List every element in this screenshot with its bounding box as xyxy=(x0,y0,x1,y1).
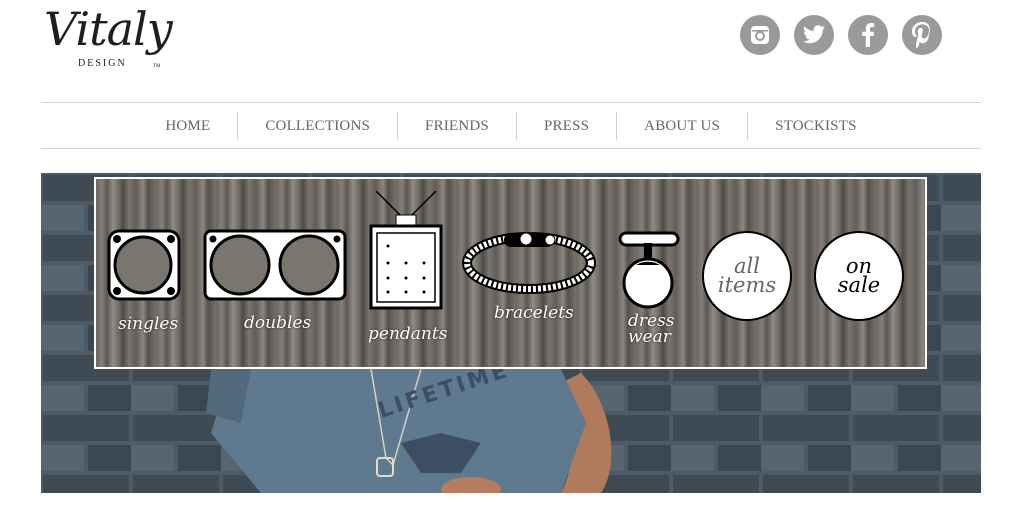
pinterest-icon[interactable] xyxy=(902,15,942,55)
dress-wear-icon[interactable] xyxy=(616,231,682,311)
category-panel: singles doubles pendants bracelets dress… xyxy=(94,177,927,369)
instagram-icon[interactable] xyxy=(740,15,780,55)
all-items-line2: items xyxy=(717,273,777,297)
dress-wear-label[interactable]: dress wear xyxy=(628,313,675,347)
nav-bottom-divider xyxy=(41,148,981,149)
pendants-label[interactable]: pendants xyxy=(368,324,447,344)
bracelets-icon[interactable] xyxy=(462,227,596,297)
nav-about-us[interactable]: ABOUT US xyxy=(617,111,749,140)
on-sale-line2: sale xyxy=(837,273,881,297)
doubles-icon[interactable] xyxy=(203,229,349,303)
singles-icon[interactable] xyxy=(107,229,183,303)
all-items-button[interactable]: all items xyxy=(702,231,792,321)
facebook-icon[interactable] xyxy=(848,15,888,55)
bracelets-label[interactable]: bracelets xyxy=(494,303,574,323)
social-links xyxy=(740,15,942,55)
nav-friends[interactable]: FRIENDS xyxy=(398,111,517,140)
hero-banner: LIFETIME singles doubles pendants bracel… xyxy=(41,173,981,493)
doubles-label[interactable]: doubles xyxy=(244,313,311,333)
on-sale-button[interactable]: on sale xyxy=(814,231,904,321)
nav-collections[interactable]: COLLECTIONS xyxy=(238,111,399,140)
singles-label[interactable]: singles xyxy=(118,314,178,334)
main-nav: HOME COLLECTIONS FRIENDS PRESS ABOUT US … xyxy=(41,103,981,148)
logo-subtitle: DESIGN xyxy=(78,58,127,69)
brand-logo[interactable]: Vitaly DESIGN TM xyxy=(40,2,180,74)
twitter-icon[interactable] xyxy=(794,15,834,55)
nav-stockists[interactable]: STOCKISTS xyxy=(748,112,884,140)
dress-label-line2: wear xyxy=(628,327,671,347)
pendants-icon[interactable] xyxy=(366,191,446,311)
logo-trademark: TM xyxy=(153,64,161,69)
logo-script: Vitaly xyxy=(44,2,173,56)
nav-home[interactable]: HOME xyxy=(138,111,239,140)
nav-press[interactable]: PRESS xyxy=(517,111,618,140)
